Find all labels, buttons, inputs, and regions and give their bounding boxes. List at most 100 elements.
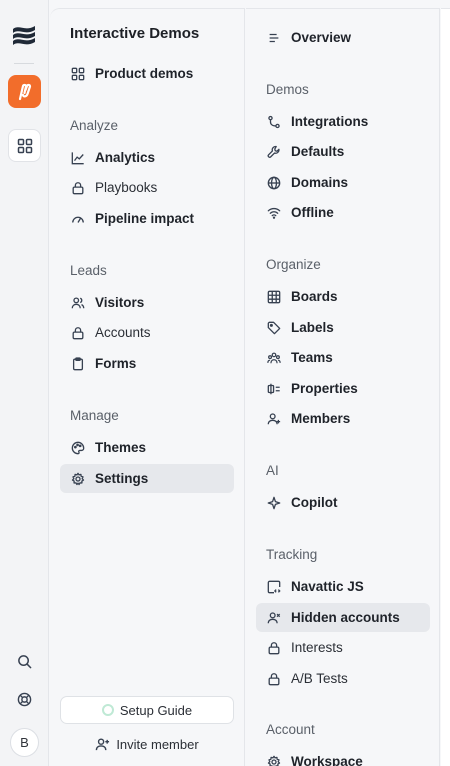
- gauge-icon: [70, 211, 86, 227]
- users-icon: [70, 295, 86, 311]
- nav-label: A/B Tests: [291, 671, 348, 686]
- tag-icon: [266, 320, 282, 336]
- nav-product-demos[interactable]: Product demos: [60, 59, 234, 88]
- nav-properties[interactable]: Properties: [256, 374, 430, 403]
- nav-ab-tests[interactable]: A/B Tests: [256, 664, 430, 693]
- properties-icon: [266, 381, 282, 397]
- grid-icon: [70, 66, 86, 82]
- nav-label: Offline: [291, 205, 334, 220]
- section-manage: Manage: [70, 408, 119, 423]
- icon-rail: B: [0, 0, 49, 766]
- lock-icon: [70, 180, 86, 196]
- nav-label: Accounts: [95, 325, 151, 340]
- nav-label: Analytics: [95, 150, 156, 165]
- line-chart-icon: [70, 150, 86, 166]
- main-content-edge: [441, 8, 450, 766]
- nav-hidden-accounts[interactable]: Hidden accounts: [256, 603, 430, 632]
- nav-defaults[interactable]: Defaults: [256, 137, 430, 166]
- code-file-icon: [266, 579, 282, 595]
- rail-divider: [14, 63, 34, 64]
- nav-label: Interests: [291, 640, 343, 655]
- grid-icon[interactable]: [8, 129, 41, 162]
- nav-label: Teams: [291, 350, 333, 365]
- lock-icon: [266, 671, 282, 687]
- nav-label: Themes: [95, 440, 147, 455]
- help-icon[interactable]: [15, 690, 33, 708]
- nav-label: Product demos: [95, 66, 194, 81]
- globe-icon: [266, 175, 282, 191]
- app-icon[interactable]: [8, 75, 41, 108]
- invite-member-button[interactable]: Invite member: [60, 733, 234, 755]
- nav-label: Copilot: [291, 495, 338, 510]
- nav-label: Labels: [291, 320, 334, 335]
- nav-navattic-js[interactable]: Navattic JS: [256, 572, 430, 601]
- progress-ring-icon: [101, 704, 114, 716]
- add-user-icon: [95, 737, 110, 752]
- list-icon: [266, 30, 282, 46]
- git-branch-icon: [266, 114, 282, 130]
- sparkle-icon: [266, 495, 282, 511]
- nav-offline[interactable]: Offline: [256, 198, 430, 227]
- workspace-title: Interactive Demos: [70, 25, 200, 42]
- palette-icon: [70, 440, 86, 456]
- nav-copilot[interactable]: Copilot: [256, 488, 430, 517]
- section-demos: Demos: [266, 82, 309, 97]
- search-icon[interactable]: [15, 652, 33, 670]
- nav-pipeline-impact[interactable]: Pipeline impact: [60, 204, 234, 233]
- gear-icon: [266, 754, 282, 766]
- section-organize: Organize: [266, 257, 321, 272]
- nav-label: Integrations: [291, 114, 369, 129]
- section-account: Account: [266, 722, 315, 737]
- avatar[interactable]: B: [10, 728, 39, 757]
- settings-sidebar: Overview Demos Integrations Defaults Dom…: [246, 8, 440, 766]
- nav-labels[interactable]: Labels: [256, 313, 430, 342]
- clipboard-icon: [70, 356, 86, 372]
- lock-icon: [70, 325, 86, 341]
- table-icon: [266, 289, 282, 305]
- nav-label: Boards: [291, 289, 338, 304]
- nav-visitors[interactable]: Visitors: [60, 288, 234, 317]
- wifi-icon: [266, 205, 282, 221]
- add-user-icon: [266, 411, 282, 427]
- nav-label: Defaults: [291, 144, 345, 159]
- nav-label: Settings: [95, 471, 149, 486]
- wrench-icon: [266, 144, 282, 160]
- nav-interests[interactable]: Interests: [256, 633, 430, 662]
- brand-logo-icon[interactable]: [11, 22, 37, 48]
- nav-accounts[interactable]: Accounts: [60, 318, 234, 347]
- section-tracking: Tracking: [266, 547, 318, 562]
- section-analyze: Analyze: [70, 118, 119, 133]
- nav-label: Domains: [291, 175, 349, 190]
- nav-label: Overview: [291, 30, 352, 45]
- nav-overview[interactable]: Overview: [256, 23, 430, 52]
- nav-analytics[interactable]: Analytics: [60, 143, 234, 172]
- nav-domains[interactable]: Domains: [256, 168, 430, 197]
- section-ai: AI: [266, 463, 279, 478]
- lock-icon: [266, 640, 282, 656]
- nav-settings[interactable]: Settings: [60, 464, 234, 493]
- nav-label: Navattic JS: [291, 579, 364, 594]
- nav-label: Forms: [95, 356, 137, 371]
- workspace-sidebar: Interactive Demos Product demos Analyze …: [50, 8, 245, 766]
- section-leads: Leads: [70, 263, 107, 278]
- nav-label: Members: [291, 411, 351, 426]
- gear-icon: [70, 471, 86, 487]
- nav-playbooks[interactable]: Playbooks: [60, 173, 234, 202]
- nav-themes[interactable]: Themes: [60, 433, 234, 462]
- nav-integrations[interactable]: Integrations: [256, 107, 430, 136]
- team-icon: [266, 350, 282, 366]
- nav-workspace[interactable]: Workspace: [256, 747, 430, 766]
- avatar-initial: B: [20, 735, 29, 750]
- nav-label: Pipeline impact: [95, 211, 195, 226]
- nav-forms[interactable]: Forms: [60, 349, 234, 378]
- setup-guide-button[interactable]: Setup Guide: [60, 696, 234, 724]
- nav-label: Workspace: [291, 754, 363, 766]
- nav-label: Visitors: [95, 295, 145, 310]
- nav-boards[interactable]: Boards: [256, 282, 430, 311]
- user-x-icon: [266, 610, 282, 626]
- nav-label: Properties: [291, 381, 358, 396]
- nav-label: Hidden accounts: [291, 610, 400, 625]
- setup-guide-label: Setup Guide: [119, 702, 193, 718]
- nav-teams[interactable]: Teams: [256, 343, 430, 372]
- nav-members[interactable]: Members: [256, 404, 430, 433]
